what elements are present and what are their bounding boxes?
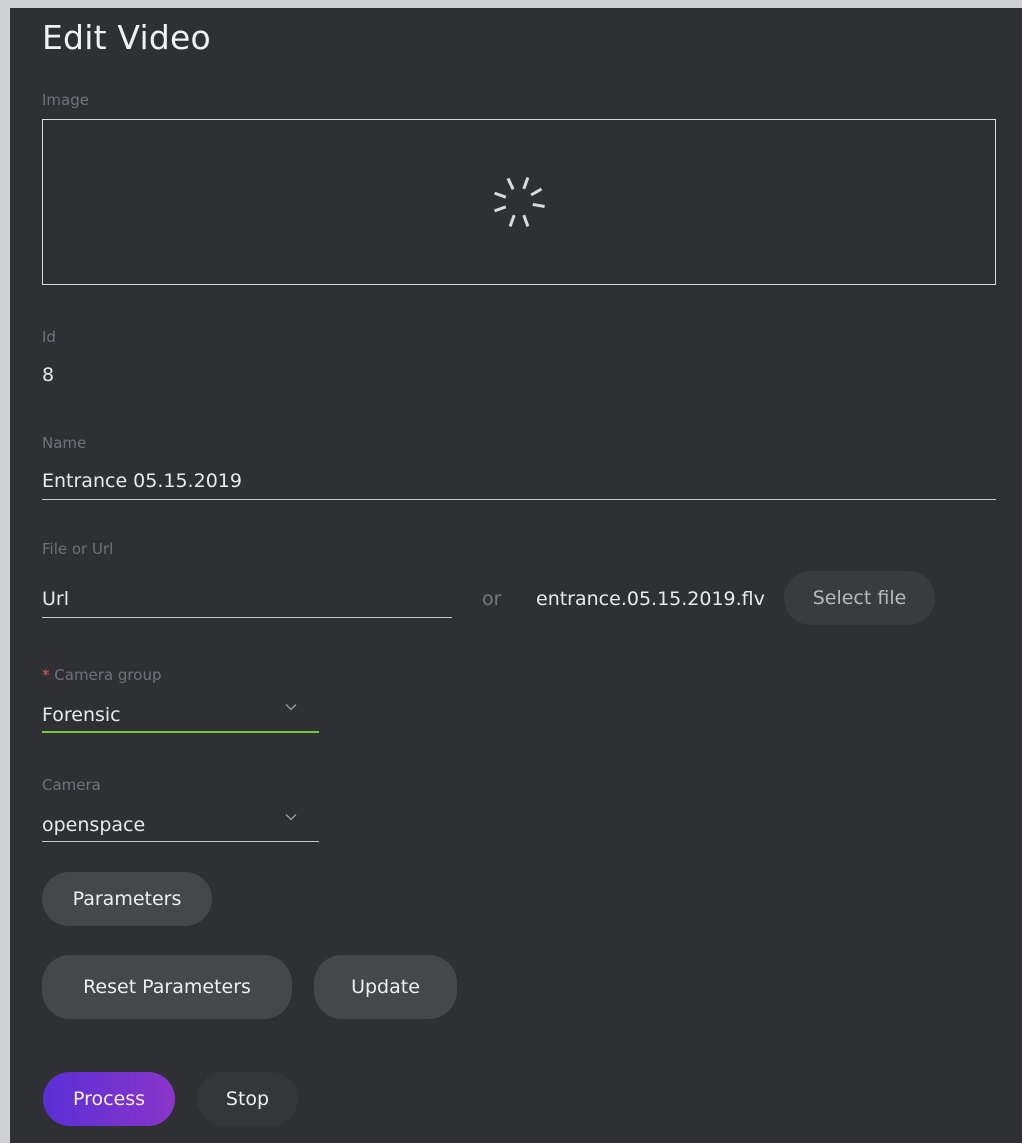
- file-or-url-label: File or Url: [42, 540, 114, 558]
- url-input[interactable]: Url: [42, 588, 69, 610]
- process-button[interactable]: Process: [43, 1072, 175, 1126]
- chevron-down-icon[interactable]: [285, 811, 297, 823]
- stop-button[interactable]: Stop: [197, 1072, 298, 1126]
- image-preview[interactable]: [42, 119, 996, 285]
- page-title: Edit Video: [42, 18, 211, 57]
- parameters-button[interactable]: Parameters: [42, 872, 212, 926]
- camera-group-underline: [42, 731, 319, 733]
- camera-group-label: * Camera group: [42, 666, 161, 684]
- select-file-button[interactable]: Select file: [784, 571, 935, 625]
- reset-parameters-button[interactable]: Reset Parameters: [42, 955, 292, 1019]
- camera-group-label-text: Camera group: [54, 666, 162, 684]
- chevron-down-icon[interactable]: [285, 701, 297, 713]
- or-text: or: [482, 588, 502, 610]
- name-input[interactable]: Entrance 05.15.2019: [42, 470, 242, 492]
- image-label: Image: [42, 91, 89, 109]
- name-underline: [42, 499, 996, 500]
- camera-underline: [42, 841, 319, 842]
- edit-video-panel: Edit Video Image Id 8 Name Entrance 05.1…: [10, 8, 1022, 1143]
- name-label: Name: [42, 434, 87, 452]
- id-value: 8: [42, 364, 55, 386]
- camera-label: Camera: [42, 776, 101, 794]
- selected-filename: entrance.05.15.2019.flv: [536, 588, 765, 610]
- id-label: Id: [42, 328, 56, 346]
- update-button[interactable]: Update: [314, 955, 457, 1019]
- camera-select[interactable]: openspace: [42, 814, 145, 836]
- required-marker: *: [42, 666, 50, 684]
- spinner-icon: [494, 177, 545, 227]
- url-underline: [42, 617, 452, 618]
- camera-group-select[interactable]: Forensic: [42, 704, 121, 726]
